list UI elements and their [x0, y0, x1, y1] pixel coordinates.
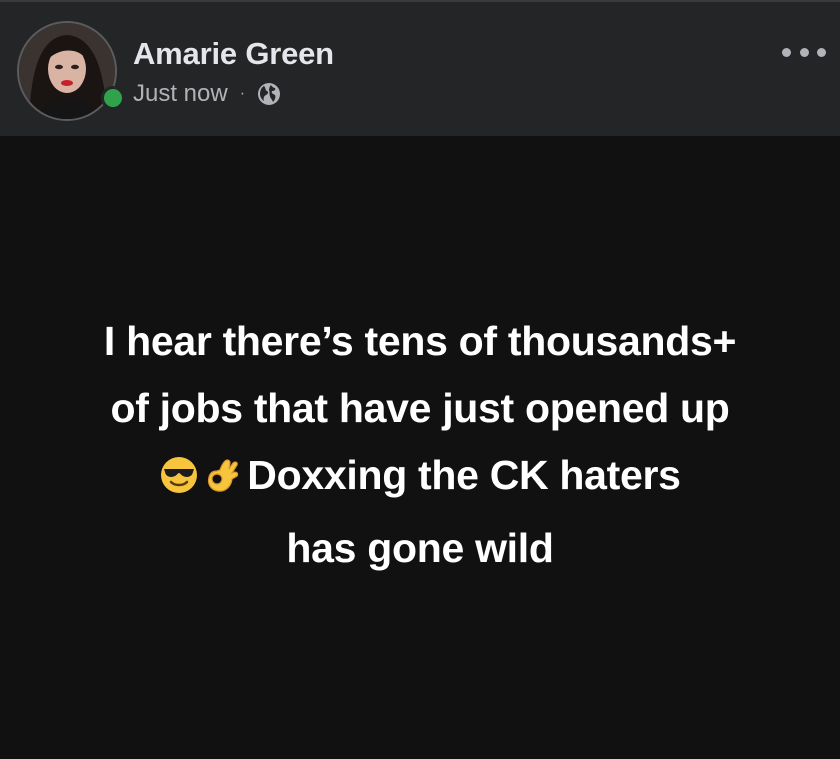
post-body: I hear there’s tens of thousands+ of job…: [0, 136, 840, 759]
post-text-line: has gone wild: [286, 525, 554, 571]
post-text-line: of jobs that have just opened up: [110, 385, 730, 431]
post-text: I hear there’s tens of thousands+ of job…: [20, 308, 820, 582]
more-dot: [817, 47, 826, 57]
post-card: Amarie Green Just now · I hear there’s t…: [0, 0, 840, 759]
post-text-line-3: Doxxing the CK haters: [247, 452, 681, 498]
ok-hand-emoji: [203, 448, 243, 515]
more-dot: [799, 47, 809, 57]
timestamp[interactable]: Just now: [133, 80, 228, 108]
author-name[interactable]: Amarie Green: [133, 36, 334, 72]
more-options-icon[interactable]: [782, 40, 826, 64]
post-header: Amarie Green Just now ·: [0, 0, 840, 136]
post-text-line: I hear there’s tens of thousands+: [103, 318, 737, 364]
avatar[interactable]: [17, 21, 117, 121]
globe-icon[interactable]: [257, 82, 281, 106]
post-text-line: Doxxing the CK haters: [20, 442, 820, 515]
more-dot: [782, 47, 791, 57]
sunglasses-face-emoji: [159, 448, 199, 515]
meta-separator: ·: [239, 85, 246, 102]
online-status-dot: [101, 86, 125, 110]
post-meta: Just now ·: [133, 80, 281, 108]
